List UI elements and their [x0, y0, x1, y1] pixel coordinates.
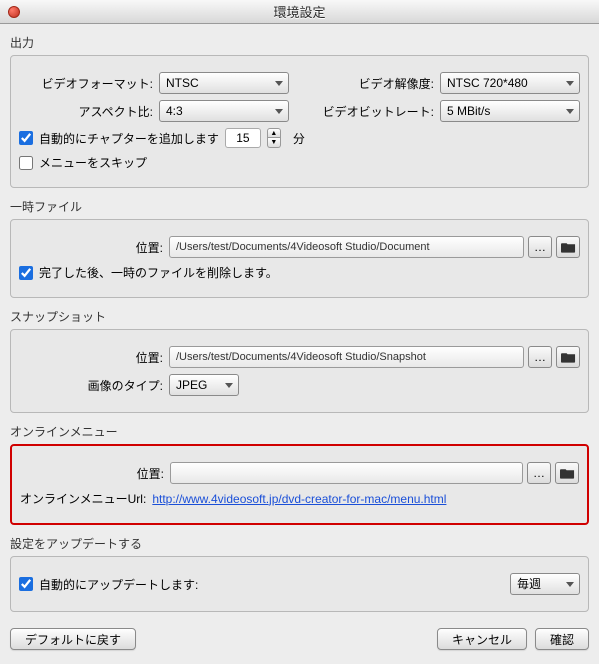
- defaults-button[interactable]: デフォルトに戻す: [10, 628, 136, 650]
- window-title: 環境設定: [26, 2, 573, 21]
- online-loc-label: 位置:: [20, 465, 170, 482]
- temp-loc-label: 位置:: [19, 239, 169, 256]
- snapshot-path-field[interactable]: /Users/test/Documents/4Videosoft Studio/…: [169, 346, 524, 368]
- snapshot-more-button[interactable]: …: [528, 346, 552, 368]
- aspect-label: アスペクト比:: [19, 103, 159, 120]
- video-format-select[interactable]: NTSC: [159, 72, 289, 94]
- chapter-unit: 分: [293, 130, 305, 147]
- temp-section: 一時ファイル 位置: /Users/test/Documents/4Videos…: [10, 198, 589, 298]
- footer: デフォルトに戻す キャンセル 確認: [10, 624, 589, 654]
- auto-update-checkbox[interactable]: [19, 577, 33, 591]
- img-type-label: 画像のタイプ:: [19, 377, 169, 394]
- online-url-link[interactable]: http://www.4videosoft.jp/dvd-creator-for…: [152, 492, 446, 506]
- video-format-label: ビデオフォーマット:: [19, 75, 159, 92]
- folder-icon: [561, 351, 576, 363]
- update-section: 設定をアップデートする 自動的にアップデートします: 毎週: [10, 535, 589, 612]
- online-legend: オンラインメニュー: [10, 423, 589, 440]
- stepper-up-icon[interactable]: ▲: [267, 128, 281, 138]
- online-path-field[interactable]: [170, 462, 523, 484]
- online-url-label: オンラインメニューUrl:: [20, 490, 146, 507]
- ellipsis-icon: …: [534, 350, 546, 364]
- online-browse-button[interactable]: [555, 462, 579, 484]
- temp-legend: 一時ファイル: [10, 198, 589, 215]
- output-legend: 出力: [10, 34, 589, 51]
- img-type-select[interactable]: JPEG: [169, 374, 239, 396]
- ok-button[interactable]: 確認: [535, 628, 589, 650]
- video-res-label: ビデオ解像度:: [359, 75, 440, 92]
- ellipsis-icon: …: [534, 240, 546, 254]
- snapshot-loc-label: 位置:: [19, 349, 169, 366]
- folder-icon: [561, 241, 576, 253]
- snapshot-legend: スナップショット: [10, 308, 589, 325]
- update-freq-select[interactable]: 毎週: [510, 573, 580, 595]
- temp-more-button[interactable]: …: [528, 236, 552, 258]
- temp-browse-button[interactable]: [556, 236, 580, 258]
- temp-path-field[interactable]: /Users/test/Documents/4Videosoft Studio/…: [169, 236, 524, 258]
- close-icon[interactable]: [8, 6, 20, 18]
- online-more-button[interactable]: …: [527, 462, 551, 484]
- delete-temp-checkbox[interactable]: [19, 266, 33, 280]
- bitrate-select[interactable]: 5 MBit/s: [440, 100, 580, 122]
- snapshot-browse-button[interactable]: [556, 346, 580, 368]
- ellipsis-icon: …: [533, 466, 545, 480]
- delete-temp-label: 完了した後、一時のファイルを削除します。: [39, 264, 278, 281]
- skip-menu-checkbox[interactable]: [19, 156, 33, 170]
- auto-chapter-label: 自動的にチャプターを追加します: [39, 130, 219, 147]
- auto-chapter-checkbox[interactable]: [19, 131, 33, 145]
- folder-icon: [560, 467, 575, 479]
- stepper-down-icon[interactable]: ▼: [267, 138, 281, 148]
- video-res-select[interactable]: NTSC 720*480: [440, 72, 580, 94]
- online-section: オンラインメニュー 位置: … オンラインメニューUrl: http://www…: [10, 423, 589, 525]
- auto-update-label: 自動的にアップデートします:: [39, 576, 198, 593]
- update-legend: 設定をアップデートする: [10, 535, 589, 552]
- snapshot-section: スナップショット 位置: /Users/test/Documents/4Vide…: [10, 308, 589, 413]
- aspect-select[interactable]: 4:3: [159, 100, 289, 122]
- titlebar: 環境設定: [0, 0, 599, 24]
- output-section: 出力 ビデオフォーマット: NTSC ビデオ解像度: NTSC 720*480 …: [10, 34, 589, 188]
- skip-menu-label: メニューをスキップ: [39, 154, 147, 171]
- chapter-minutes-input[interactable]: [225, 128, 261, 148]
- bitrate-label: ビデオビットレート:: [323, 103, 440, 120]
- cancel-button[interactable]: キャンセル: [437, 628, 527, 650]
